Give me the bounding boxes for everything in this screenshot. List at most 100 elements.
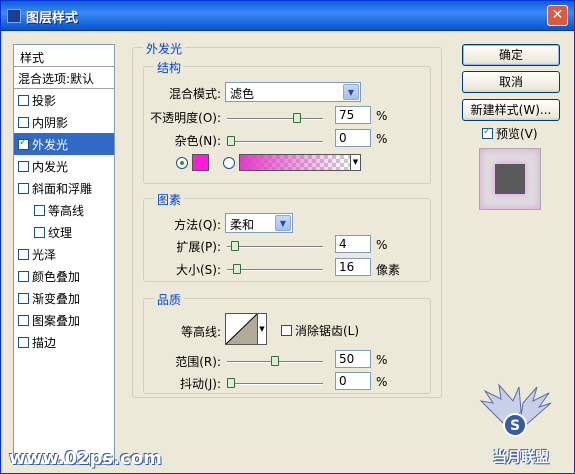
blend-mode-label: 混合模式: bbox=[168, 87, 221, 101]
ok-button[interactable]: 确定 bbox=[462, 44, 560, 66]
preview-checkbox[interactable]: 预览(V) bbox=[482, 125, 538, 142]
styles-list: 样式 混合选项:默认 投影内阴影外发光内发光斜面和浮雕等高线纹理光泽颜色叠加渐变… bbox=[13, 44, 115, 465]
styles-header[interactable]: 样式 bbox=[14, 45, 114, 67]
sidebar-checkbox[interactable] bbox=[18, 117, 29, 128]
preview-square bbox=[495, 164, 525, 194]
sidebar-item-1[interactable]: 内阴影 bbox=[14, 111, 114, 133]
svg-text:S: S bbox=[510, 418, 520, 434]
antialias-checkbox-box[interactable] bbox=[281, 325, 292, 336]
sidebar-item-label: 纹理 bbox=[48, 226, 73, 240]
spread-label: 扩展(P): bbox=[176, 240, 221, 254]
style-preview bbox=[479, 148, 541, 210]
sidebar-checkbox[interactable] bbox=[18, 137, 29, 150]
title-bar: 图层样式 ✕ bbox=[1, 1, 574, 31]
gradient-radio[interactable] bbox=[223, 157, 235, 169]
gradient-dropdown-icon[interactable]: ▼ bbox=[350, 154, 361, 171]
method-label: 方法(Q): bbox=[174, 218, 221, 232]
spread-slider[interactable] bbox=[227, 241, 323, 251]
noise-slider-thumb[interactable] bbox=[227, 136, 235, 146]
blend-options-item[interactable]: 混合选项:默认 bbox=[14, 67, 114, 89]
noise-input[interactable]: 0 bbox=[335, 129, 371, 147]
structure-title: 结构 bbox=[154, 59, 185, 76]
sidebar-checkbox[interactable] bbox=[18, 293, 29, 304]
opacity-slider[interactable] bbox=[227, 113, 323, 123]
gradient-preview[interactable] bbox=[239, 154, 351, 171]
spread-unit: % bbox=[376, 238, 388, 252]
opacity-slider-thumb[interactable] bbox=[293, 113, 301, 123]
new-style-button[interactable]: 新建样式(W)... bbox=[462, 99, 560, 121]
jitter-slider-thumb[interactable] bbox=[227, 378, 235, 388]
range-slider[interactable] bbox=[227, 356, 323, 366]
sidebar-item-label: 内阴影 bbox=[32, 116, 69, 130]
size-slider[interactable] bbox=[227, 264, 323, 274]
watermark-logo: S 当月联盟 bbox=[471, 381, 561, 469]
range-unit: % bbox=[376, 353, 388, 367]
jitter-unit: % bbox=[376, 375, 388, 389]
jitter-slider[interactable] bbox=[227, 378, 323, 388]
range-input[interactable]: 50 bbox=[335, 350, 371, 368]
contour-label: 等高线: bbox=[180, 325, 221, 339]
contour-dropdown-icon[interactable]: ▼ bbox=[257, 313, 267, 345]
size-input[interactable]: 16 bbox=[335, 258, 371, 276]
chevron-down-icon: ▼ bbox=[343, 84, 359, 100]
sidebar-item-7[interactable]: 光泽 bbox=[14, 243, 114, 265]
sidebar-checkbox[interactable] bbox=[18, 315, 29, 326]
preview-label: 预览(V) bbox=[496, 127, 538, 141]
sidebar-item-label: 外发光 bbox=[32, 138, 69, 152]
method-select[interactable]: 柔和 ▼ bbox=[225, 213, 293, 233]
blend-mode-select[interactable]: 滤色 ▼ bbox=[225, 82, 361, 102]
sidebar-item-label: 光泽 bbox=[32, 248, 57, 262]
sidebar-item-label: 等高线 bbox=[48, 204, 85, 218]
method-value: 柔和 bbox=[230, 218, 255, 232]
watermark-brand: 当月联盟 bbox=[493, 450, 549, 466]
sidebar-item-8[interactable]: 颜色叠加 bbox=[14, 265, 114, 287]
opacity-unit: % bbox=[376, 109, 388, 123]
blend-mode-value: 滤色 bbox=[230, 87, 255, 101]
noise-slider[interactable] bbox=[227, 136, 323, 146]
preview-checkbox-box[interactable] bbox=[482, 126, 493, 139]
sidebar-item-6[interactable]: 纹理 bbox=[14, 221, 114, 243]
antialias-checkbox[interactable]: 消除锯齿(L) bbox=[281, 322, 359, 339]
sidebar-item-10[interactable]: 图案叠加 bbox=[14, 309, 114, 331]
jitter-label: 抖动(J): bbox=[180, 377, 221, 391]
opacity-label: 不透明度(O): bbox=[150, 111, 221, 125]
sidebar-item-9[interactable]: 渐变叠加 bbox=[14, 287, 114, 309]
range-slider-thumb[interactable] bbox=[271, 356, 279, 366]
sidebar-item-label: 斜面和浮雕 bbox=[32, 182, 93, 196]
chevron-down-icon: ▼ bbox=[275, 215, 291, 231]
sidebar-item-2[interactable]: 外发光 bbox=[14, 133, 114, 155]
spread-input[interactable]: 4 bbox=[335, 235, 371, 253]
layer-style-dialog: 图层样式 ✕ 样式 混合选项:默认 投影内阴影外发光内发光斜面和浮雕等高线纹理光… bbox=[0, 0, 575, 474]
sidebar-item-label: 投影 bbox=[32, 94, 57, 108]
sidebar-item-3[interactable]: 内发光 bbox=[14, 155, 114, 177]
size-label: 大小(S): bbox=[175, 263, 221, 277]
solid-color-radio[interactable] bbox=[176, 157, 188, 169]
sidebar-checkbox[interactable] bbox=[18, 249, 29, 260]
jitter-input[interactable]: 0 bbox=[335, 372, 371, 390]
noise-unit: % bbox=[376, 132, 388, 146]
sidebar-checkbox[interactable] bbox=[34, 205, 45, 216]
sidebar-checkbox[interactable] bbox=[18, 271, 29, 282]
sidebar-item-label: 图案叠加 bbox=[32, 314, 81, 328]
size-slider-thumb[interactable] bbox=[233, 264, 241, 274]
sidebar-item-0[interactable]: 投影 bbox=[14, 89, 114, 111]
glow-color-swatch[interactable] bbox=[192, 154, 209, 171]
app-icon bbox=[7, 9, 21, 23]
sidebar-item-11[interactable]: 描边 bbox=[14, 331, 114, 353]
contour-preview[interactable] bbox=[225, 313, 258, 345]
cancel-button[interactable]: 取消 bbox=[462, 71, 560, 93]
antialias-label: 消除锯齿(L) bbox=[295, 324, 360, 338]
sidebar-checkbox[interactable] bbox=[18, 95, 29, 106]
sidebar-item-5[interactable]: 等高线 bbox=[14, 199, 114, 221]
opacity-input[interactable]: 75 bbox=[335, 106, 371, 124]
sidebar-checkbox[interactable] bbox=[18, 161, 29, 172]
sidebar-checkbox[interactable] bbox=[34, 227, 45, 238]
sidebar-item-label: 内发光 bbox=[32, 160, 69, 174]
close-button[interactable]: ✕ bbox=[547, 5, 568, 26]
noise-label: 杂色(N): bbox=[174, 134, 221, 148]
spread-slider-thumb[interactable] bbox=[231, 241, 239, 251]
size-unit: 像素 bbox=[376, 263, 401, 277]
sidebar-checkbox[interactable] bbox=[18, 183, 29, 194]
sidebar-checkbox[interactable] bbox=[18, 337, 29, 348]
sidebar-item-4[interactable]: 斜面和浮雕 bbox=[14, 177, 114, 199]
